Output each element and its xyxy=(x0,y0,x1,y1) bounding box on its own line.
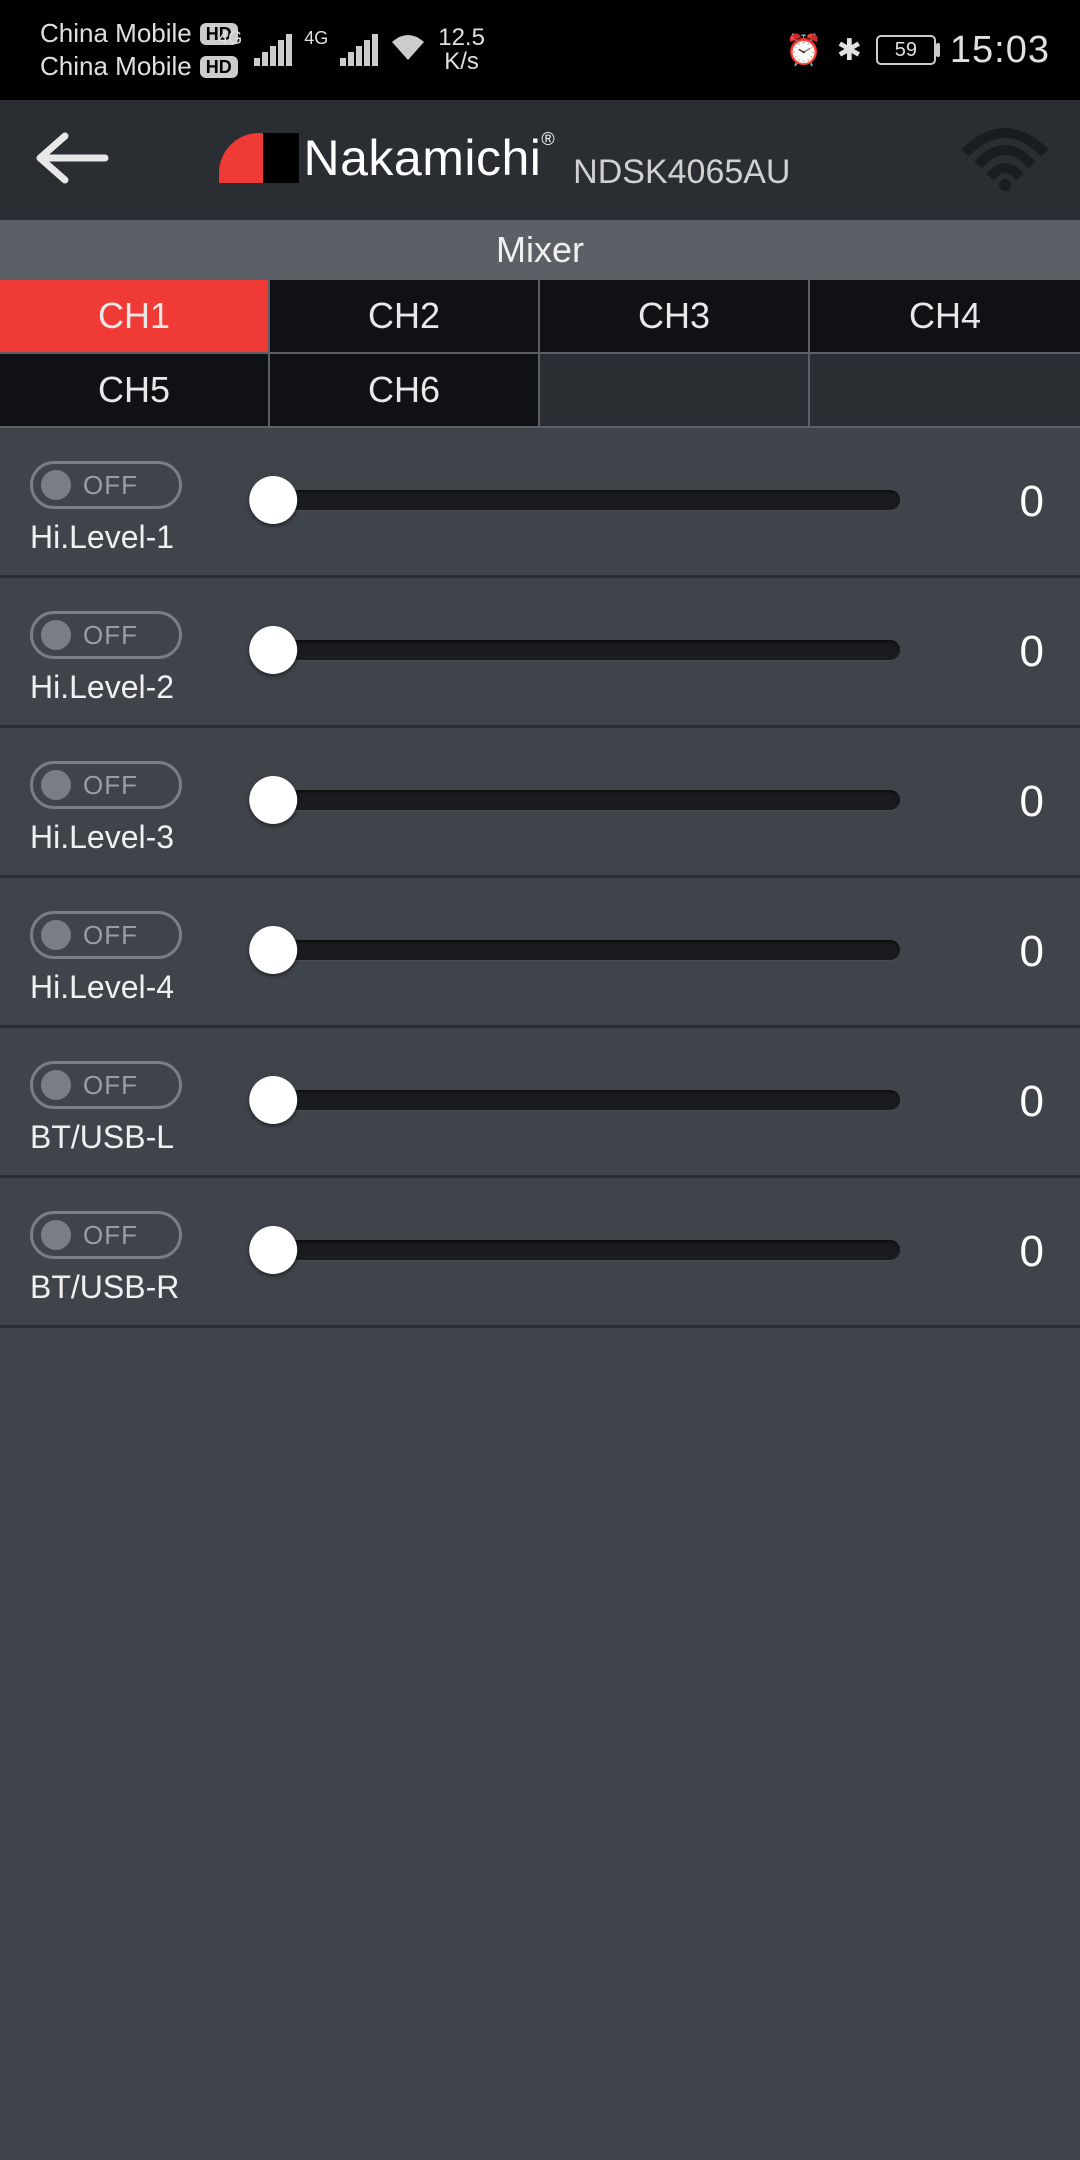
net-speed: 12.5 K/s xyxy=(438,26,485,74)
toggle-state: OFF xyxy=(83,470,138,501)
logo-group: Nakamichi® NDSK4065AU xyxy=(80,129,930,192)
battery-icon: 59 xyxy=(876,35,936,65)
row-slider[interactable] xyxy=(254,1238,900,1262)
toggle-state: OFF xyxy=(83,920,138,951)
toggle-knob-icon xyxy=(41,1220,71,1250)
row-value: 0 xyxy=(924,1077,1044,1127)
tab-ch3[interactable]: CH3 xyxy=(540,280,810,354)
tab-ch1[interactable]: CH1 xyxy=(0,280,270,354)
toggle-knob-icon xyxy=(41,1070,71,1100)
row-value: 0 xyxy=(924,477,1044,527)
row-value: 0 xyxy=(924,1227,1044,1277)
row-toggle[interactable]: OFF xyxy=(30,761,182,809)
model-label: NDSK4065AU xyxy=(573,153,790,192)
row-toggle[interactable]: OFF xyxy=(30,911,182,959)
row-slider[interactable] xyxy=(254,1088,900,1112)
row-value: 0 xyxy=(924,777,1044,827)
mixer-row: OFF Hi.Level-1 0 xyxy=(0,428,1080,578)
slider-thumb-icon xyxy=(249,476,297,524)
slider-thumb-icon xyxy=(249,626,297,674)
row-value: 0 xyxy=(924,627,1044,677)
connection-icon xyxy=(960,123,1050,198)
tab-empty xyxy=(540,354,810,428)
mixer-row: OFF Hi.Level-4 0 xyxy=(0,878,1080,1028)
row-toggle[interactable]: OFF xyxy=(30,1211,182,1259)
toggle-knob-icon xyxy=(41,470,71,500)
toggle-state: OFF xyxy=(83,620,138,651)
row-value: 0 xyxy=(924,927,1044,977)
row-slider[interactable] xyxy=(254,638,900,662)
row-label: Hi.Level-3 xyxy=(30,819,230,856)
tab-empty xyxy=(810,354,1080,428)
slider-thumb-icon xyxy=(249,1226,297,1274)
mixer-row: OFF BT/USB-R 0 xyxy=(0,1178,1080,1328)
net-label: 4G xyxy=(304,26,328,49)
signal-icon xyxy=(254,34,292,66)
row-slider[interactable] xyxy=(254,488,900,512)
slider-thumb-icon xyxy=(249,776,297,824)
logo-mark-icon xyxy=(219,133,299,183)
bluetooth-icon: ✱ xyxy=(837,33,862,68)
toggle-state: OFF xyxy=(83,770,138,801)
toggle-knob-icon xyxy=(41,770,71,800)
toggle-knob-icon xyxy=(41,920,71,950)
tab-ch4[interactable]: CH4 xyxy=(810,280,1080,354)
mixer-rows: OFF Hi.Level-1 0 OFF Hi.Level-2 0 OFF Hi… xyxy=(0,428,1080,1328)
signal-icon xyxy=(340,34,378,66)
section-title: Mixer xyxy=(0,220,1080,280)
mixer-row: OFF Hi.Level-2 0 xyxy=(0,578,1080,728)
row-slider[interactable] xyxy=(254,788,900,812)
tab-ch2[interactable]: CH2 xyxy=(270,280,540,354)
row-slider[interactable] xyxy=(254,938,900,962)
row-label: Hi.Level-4 xyxy=(30,969,230,1006)
carrier-1: China Mobile xyxy=(40,18,192,49)
row-toggle[interactable]: OFF xyxy=(30,611,182,659)
status-right: ⏰ ✱ 59 15:03 xyxy=(785,29,1050,72)
wifi-status-icon xyxy=(390,32,426,69)
slider-thumb-icon xyxy=(249,926,297,974)
clock: 15:03 xyxy=(950,29,1050,72)
status-signals: 4G 4G 12.5 K/s xyxy=(218,26,485,74)
slider-thumb-icon xyxy=(249,1076,297,1124)
tab-ch6[interactable]: CH6 xyxy=(270,354,540,428)
channel-tabs: CH1 CH2 CH3 CH4 CH5 CH6 xyxy=(0,280,1080,428)
tab-ch5[interactable]: CH5 xyxy=(0,354,270,428)
row-label: BT/USB-L xyxy=(30,1119,230,1156)
toggle-knob-icon xyxy=(41,620,71,650)
row-toggle[interactable]: OFF xyxy=(30,461,182,509)
brand-name: Nakamichi xyxy=(303,130,541,186)
status-bar: China Mobile HD China Mobile HD 4G 4G 12… xyxy=(0,0,1080,100)
brand-logo: Nakamichi® xyxy=(219,129,555,187)
carrier-2: China Mobile xyxy=(40,51,192,82)
status-left: China Mobile HD China Mobile HD xyxy=(40,18,238,82)
net-label: 4G xyxy=(218,26,242,49)
row-toggle[interactable]: OFF xyxy=(30,1061,182,1109)
row-label: Hi.Level-2 xyxy=(30,669,230,706)
app-header: Nakamichi® NDSK4065AU xyxy=(0,100,1080,220)
toggle-state: OFF xyxy=(83,1070,138,1101)
mixer-row: OFF BT/USB-L 0 xyxy=(0,1028,1080,1178)
row-label: BT/USB-R xyxy=(30,1269,230,1306)
alarm-icon: ⏰ xyxy=(785,33,822,68)
toggle-state: OFF xyxy=(83,1220,138,1251)
row-label: Hi.Level-1 xyxy=(30,519,230,556)
mixer-row: OFF Hi.Level-3 0 xyxy=(0,728,1080,878)
